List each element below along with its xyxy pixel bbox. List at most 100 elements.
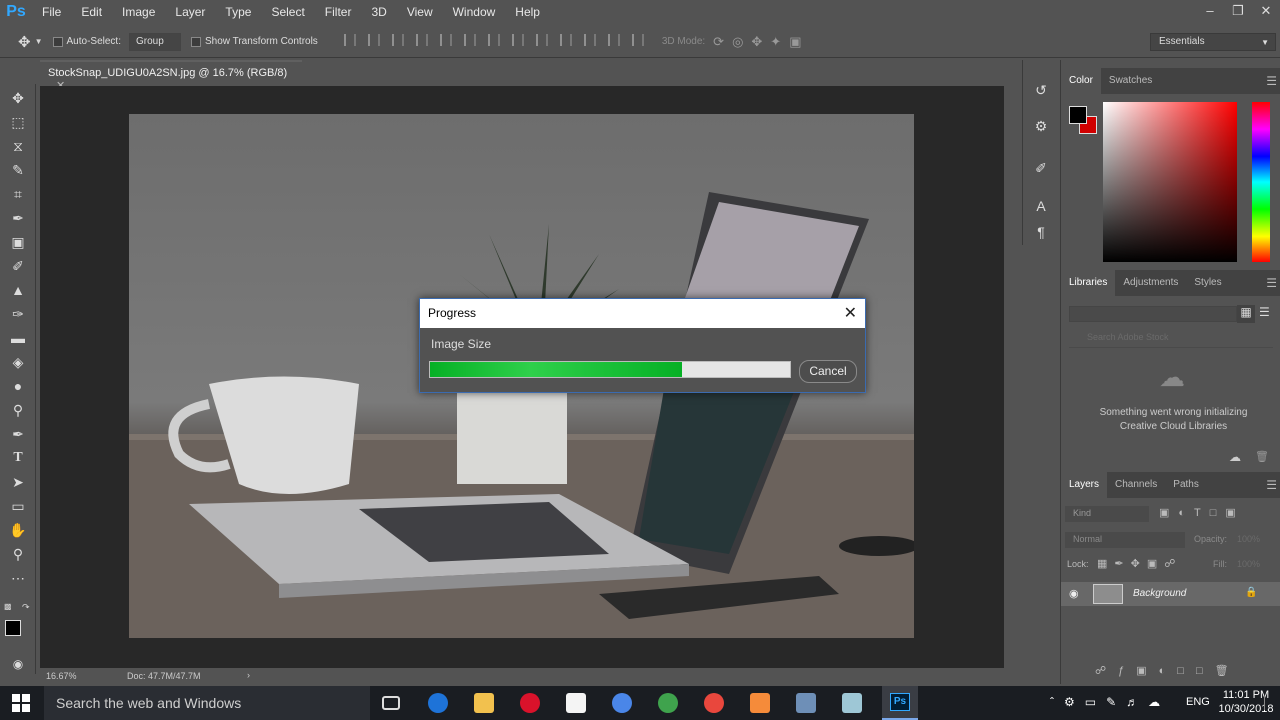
tab-color[interactable]: Color (1061, 68, 1101, 94)
more-tools-icon[interactable]: ⋯ (8, 568, 28, 588)
workspace-dropdown[interactable]: Essentials ▼ (1150, 33, 1276, 51)
eyedropper-tool-icon[interactable]: ✒ (8, 208, 28, 228)
history-icon[interactable]: ↺ (1032, 82, 1050, 100)
close-icon[interactable]: ✕ (1252, 0, 1280, 24)
layer-filter-dropdown[interactable]: Kind (1065, 506, 1149, 522)
healing-brush-tool-icon[interactable]: ▣ (8, 232, 28, 252)
auto-select-checkbox[interactable] (52, 36, 63, 47)
crop-tool-icon[interactable]: ⌗ (8, 184, 28, 204)
layer-name[interactable]: Background (1133, 588, 1186, 599)
menu-edit[interactable]: Edit (71, 0, 112, 24)
menu-image[interactable]: Image (112, 0, 165, 24)
foreground-color-swatch[interactable] (1069, 106, 1087, 124)
move-tool-icon[interactable]: ✥ (18, 33, 31, 51)
document-tab[interactable]: StockSnap_UDIGU0A2SN.jpg @ 16.7% (RGB/8)… (40, 60, 302, 92)
blend-mode-dropdown[interactable]: Normal (1065, 532, 1185, 548)
edge-icon[interactable] (428, 693, 448, 713)
distribute-bottom-icon[interactable] (535, 34, 548, 46)
tab-styles[interactable]: Styles (1186, 270, 1229, 296)
photoshop-taskbar-button[interactable]: Ps (882, 686, 918, 720)
type-tool-icon[interactable]: T (8, 448, 28, 468)
align-left-icon[interactable] (415, 34, 428, 46)
sync-icon[interactable]: ☁ (1229, 450, 1241, 464)
zoom-tool-icon[interactable]: ⚲ (8, 544, 28, 564)
grid-view-icon[interactable]: ▦ (1237, 305, 1255, 323)
marquee-tool-icon[interactable]: ⬚ (8, 112, 28, 132)
history-brush-tool-icon[interactable]: ✑ (8, 304, 28, 324)
brush-tool-icon[interactable]: ✐ (8, 256, 28, 276)
chrome-icon[interactable] (704, 693, 724, 713)
auto-select-dropdown[interactable]: Group (128, 32, 181, 51)
language-indicator[interactable]: ENG (1186, 696, 1210, 708)
fill-value[interactable]: 100% (1237, 559, 1260, 569)
tab-paths[interactable]: Paths (1165, 472, 1207, 498)
menu-3d[interactable]: 3D (361, 0, 396, 24)
distribute-left-icon[interactable] (559, 34, 572, 46)
paint-bucket-tool-icon[interactable]: ◈ (8, 352, 28, 372)
menu-file[interactable]: File (32, 0, 71, 24)
eraser-tool-icon[interactable]: ▬ (8, 328, 28, 348)
pen-tool-icon[interactable]: ✒ (8, 424, 28, 444)
tab-layers[interactable]: Layers (1061, 472, 1108, 498)
menu-select[interactable]: Select (261, 0, 314, 24)
align-bottom-icon[interactable] (391, 34, 404, 46)
opera-icon[interactable] (520, 693, 540, 713)
path-select-tool-icon[interactable]: ➤ (8, 472, 28, 492)
lock-icons[interactable]: ▦✒✥▣☍ (1097, 557, 1182, 570)
swap-colors-icon[interactable]: ↷ (22, 602, 30, 613)
quick-mask-icon[interactable]: ◉ (8, 654, 28, 674)
menu-view[interactable]: View (397, 0, 443, 24)
stock-search-input[interactable]: Search Adobe Stock (1069, 332, 1273, 348)
lasso-tool-icon[interactable]: ⧖ (8, 136, 28, 156)
3d-tools-icon[interactable]: ⟳◎✥✦▣ (713, 34, 809, 50)
chevron-right-icon[interactable]: › (247, 670, 250, 680)
tray-icons[interactable]: ˆ⚙▭✎♬☁ (1050, 695, 1170, 709)
menu-help[interactable]: Help (505, 0, 550, 24)
distribute-right-icon[interactable] (607, 34, 620, 46)
task-view-icon[interactable] (382, 696, 400, 710)
stamp-tool-icon[interactable]: ▲ (8, 280, 28, 300)
tab-libraries[interactable]: Libraries (1061, 270, 1116, 296)
show-desktop-button[interactable] (1264, 696, 1272, 710)
distribute-top-icon[interactable] (487, 34, 500, 46)
properties-icon[interactable]: ⚙ (1032, 118, 1050, 136)
chevron-down-icon[interactable]: ▼ (35, 37, 43, 46)
eye-icon[interactable]: ◉ (1069, 587, 1079, 600)
trash-icon[interactable]: 🗑 (1255, 450, 1269, 463)
align-top-icon[interactable] (343, 34, 356, 46)
blur-tool-icon[interactable]: ● (8, 376, 28, 396)
rectangle-tool-icon[interactable]: ▭ (8, 496, 28, 516)
color-spectrum[interactable] (1103, 102, 1237, 262)
zoom-level[interactable]: 16.67% (46, 671, 77, 681)
default-colors-icon[interactable]: ▩ (4, 602, 14, 612)
panel-menu-icon[interactable]: ☰ (1266, 478, 1277, 492)
foreground-color-swatch[interactable] (5, 620, 21, 636)
file-explorer-icon[interactable] (474, 693, 494, 713)
tab-adjustments[interactable]: Adjustments (1115, 270, 1186, 296)
media-app-icon[interactable] (750, 693, 770, 713)
minimize-icon[interactable]: – (1196, 0, 1224, 24)
restore-icon[interactable]: ❐ (1224, 0, 1252, 24)
paragraph-icon[interactable]: ¶ (1032, 224, 1050, 242)
layer-actions[interactable]: ☍ƒ▣◐□□🗑 (1095, 664, 1241, 677)
tab-channels[interactable]: Channels (1107, 472, 1165, 498)
show-transform-checkbox[interactable] (190, 36, 201, 47)
character-icon[interactable]: A (1032, 198, 1050, 216)
distribute-middle-icon[interactable] (511, 34, 524, 46)
hue-slider[interactable] (1252, 102, 1270, 262)
dodge-tool-icon[interactable]: ⚲ (8, 400, 28, 420)
utorrent-icon[interactable] (658, 693, 678, 713)
hand-tool-icon[interactable]: ✋ (8, 520, 28, 540)
taskbar-search[interactable]: Search the web and Windows (44, 686, 370, 720)
menu-filter[interactable]: Filter (315, 0, 362, 24)
menu-layer[interactable]: Layer (165, 0, 215, 24)
layer-filter-icons[interactable]: ▣◐T□▣ (1159, 506, 1245, 519)
browser-icon[interactable] (612, 693, 632, 713)
quick-select-tool-icon[interactable]: ✎ (8, 160, 28, 180)
panel-menu-icon[interactable]: ☰ (1266, 276, 1277, 290)
opacity-value[interactable]: 100% (1237, 534, 1260, 544)
align-center-icon[interactable] (439, 34, 452, 46)
network-app-icon[interactable] (796, 693, 816, 713)
menu-type[interactable]: Type (215, 0, 261, 24)
cancel-button[interactable]: Cancel (799, 360, 857, 383)
